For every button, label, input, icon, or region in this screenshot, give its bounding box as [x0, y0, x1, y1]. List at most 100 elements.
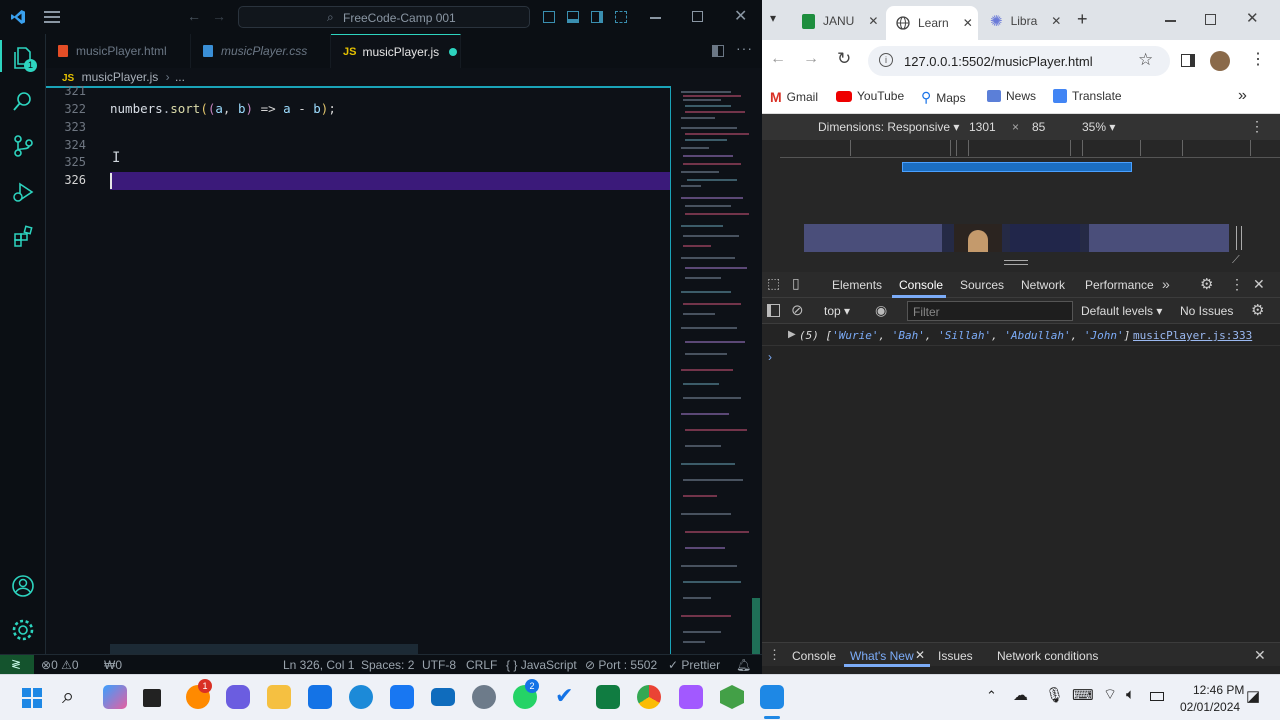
show-hidden-icons-chevron[interactable]: ⌃	[986, 688, 997, 704]
side-panel-icon[interactable]	[1181, 54, 1195, 67]
site-info-icon[interactable]: i	[879, 53, 893, 67]
ports-status[interactable]: ₩0	[104, 658, 122, 672]
remote-indicator[interactable]: ≷	[0, 655, 34, 674]
close-icon[interactable]: ✕	[1246, 9, 1259, 27]
device-viewport-preview[interactable]	[804, 224, 1229, 252]
notification-center-icon[interactable]: ◪	[1246, 687, 1260, 705]
resize-corner-icon[interactable]: ⟋	[1232, 254, 1240, 267]
extensions-icon[interactable]	[12, 224, 36, 248]
toggle-panel-icon[interactable]	[567, 11, 579, 23]
settings-gear-icon[interactable]: ⚙	[1200, 275, 1213, 293]
source-control-icon[interactable]	[12, 134, 34, 158]
toggle-secondary-sidebar-icon[interactable]	[591, 11, 603, 23]
xbox-icon[interactable]	[390, 685, 414, 709]
account-icon[interactable]	[11, 574, 35, 598]
bookmark-star-icon[interactable]: ☆	[1138, 50, 1153, 70]
microphone-icon[interactable]: 🎙︎	[1045, 686, 1064, 704]
forward-arrow-icon[interactable]: →	[803, 50, 819, 68]
tab-musicplayer-css[interactable]: musicPlayer.css	[191, 34, 331, 68]
bookmark-news[interactable]: News	[987, 89, 1036, 103]
address-bar[interactable]: i 127.0.0.1:5502/musicPlayer.html ☆	[868, 46, 1170, 76]
close-devtools-icon[interactable]: ✕	[1253, 276, 1265, 293]
console-log-row[interactable]: ▶ (5) ['Wurie', 'Bah', 'Sillah', 'Abdull…	[762, 324, 1280, 346]
edge-icon[interactable]	[349, 685, 373, 709]
nodejs-icon[interactable]	[720, 685, 744, 709]
clock-time[interactable]: 12:46 PM	[1193, 683, 1244, 697]
todo-check-icon[interactable]: ✔	[555, 683, 573, 709]
url-text[interactable]: 127.0.0.1:5502/musicPlayer.html	[904, 54, 1093, 69]
devtools-tab-console[interactable]: Console	[899, 278, 943, 292]
chrome-icon[interactable]	[637, 685, 661, 709]
discord-icon[interactable]	[226, 685, 250, 709]
scrollbar-thumb[interactable]	[752, 598, 760, 654]
issues-counter[interactable]: No Issues	[1180, 304, 1233, 318]
device-width-input[interactable]: 1301	[969, 120, 996, 134]
zoom-dropdown[interactable]: 35% ▾	[1082, 120, 1115, 134]
excel-icon[interactable]	[596, 685, 620, 709]
drawer-tab-whats-new[interactable]: What's New	[850, 649, 914, 663]
start-windows-icon[interactable]	[22, 688, 42, 708]
vscode-taskbar-icon[interactable]	[760, 685, 784, 709]
log-source-link[interactable]: musicPlayer.js:333	[1133, 329, 1252, 342]
split-editor-icon[interactable]	[712, 45, 724, 57]
drawer-menu-icon[interactable]: ⋮	[768, 647, 781, 663]
inspect-element-icon[interactable]: ⬚	[767, 275, 780, 292]
media-query-ruler[interactable]	[780, 140, 1280, 158]
bookmark-translate[interactable]: Translate	[1053, 89, 1122, 103]
menu-icon[interactable]	[44, 11, 60, 23]
encoding-status[interactable]: UTF-8	[422, 658, 456, 672]
task-view-icon[interactable]	[143, 689, 161, 707]
forward-arrow-icon[interactable]: →	[212, 8, 226, 24]
device-more-icon[interactable]: ⋮	[1250, 118, 1264, 135]
tab-close-icon[interactable]: ✕	[963, 16, 973, 30]
more-bookmarks-icon[interactable]: »	[1238, 87, 1247, 105]
log-levels-dropdown[interactable]: Default levels ▾	[1081, 304, 1162, 318]
more-actions-icon[interactable]: ···	[736, 40, 753, 56]
onedrive-cloud-icon[interactable]: ☁	[1013, 686, 1028, 704]
more-tabs-icon[interactable]: »	[1162, 276, 1170, 292]
breadcrumb-rest[interactable]: ...	[175, 70, 185, 84]
tab-learn[interactable]: Learn ✕	[886, 6, 978, 40]
minimap[interactable]	[670, 86, 750, 654]
vertical-scrollbar[interactable]	[750, 86, 762, 654]
tab-musicplayer-html[interactable]: musicPlayer.html	[46, 34, 191, 68]
live-server-status[interactable]: ⊘ Port : 5502	[585, 658, 657, 672]
whatsapp-icon[interactable]: 2	[513, 679, 539, 709]
chrome-menu-icon[interactable]: ⋮	[1250, 49, 1266, 69]
device-toggle-icon[interactable]: ▯	[792, 275, 800, 292]
search-icon[interactable]	[12, 90, 34, 112]
sidebar-toggle-icon[interactable]	[767, 304, 780, 317]
keyboard-icon[interactable]: ⌨	[1072, 686, 1094, 704]
errors-status[interactable]: ⊗0 ⚠0	[41, 658, 79, 672]
drawer-tab-issues[interactable]: Issues	[938, 649, 973, 663]
wifi-icon[interactable]: ⌔	[1103, 685, 1117, 704]
close-tab-icon[interactable]: ✕	[915, 648, 925, 662]
app-orange-icon[interactable]: 1	[186, 679, 212, 709]
tab-search-chevron-icon[interactable]: ▾	[770, 11, 776, 25]
devtools-tab-elements[interactable]: Elements	[832, 278, 882, 292]
console-array-output[interactable]: (5) ['Wurie', 'Bah', 'Sillah', 'Abdullah…	[799, 329, 1130, 342]
volume-icon[interactable]: 🔈︎	[1126, 686, 1135, 703]
toggle-sidebar-icon[interactable]	[543, 11, 555, 23]
back-arrow-icon[interactable]: ←	[770, 50, 786, 68]
drawer-tab-network-conditions[interactable]: Network conditions	[997, 649, 1098, 663]
devtools-tab-sources[interactable]: Sources	[960, 278, 1004, 292]
console-prompt-icon[interactable]: ›	[768, 350, 772, 364]
reload-icon[interactable]: ↻	[837, 49, 851, 69]
bookmark-youtube[interactable]: YouTube	[836, 89, 904, 103]
profile-avatar[interactable]	[1210, 51, 1230, 71]
breadcrumb-file[interactable]: musicPlayer.js	[82, 70, 159, 84]
figma-icon[interactable]	[679, 685, 703, 709]
copilot-icon[interactable]	[103, 685, 127, 709]
battery-icon[interactable]	[1150, 692, 1164, 701]
bookmark-maps[interactable]: ⚲ Maps	[921, 89, 966, 106]
tab-janu[interactable]: JANU ✕	[792, 6, 884, 36]
resize-handle-right[interactable]	[1236, 226, 1242, 250]
clock-date[interactable]: 02/01/2024	[1180, 700, 1240, 714]
live-expression-eye-icon[interactable]: ◉	[875, 302, 887, 319]
devtools-tab-performance[interactable]: Performance	[1085, 278, 1154, 292]
prettier-status[interactable]: ✓ Prettier	[668, 658, 720, 672]
explorer-icon[interactable]: 1	[12, 46, 37, 72]
drawer-tab-console[interactable]: Console	[792, 649, 836, 663]
device-height-input[interactable]: 85	[1032, 120, 1045, 134]
